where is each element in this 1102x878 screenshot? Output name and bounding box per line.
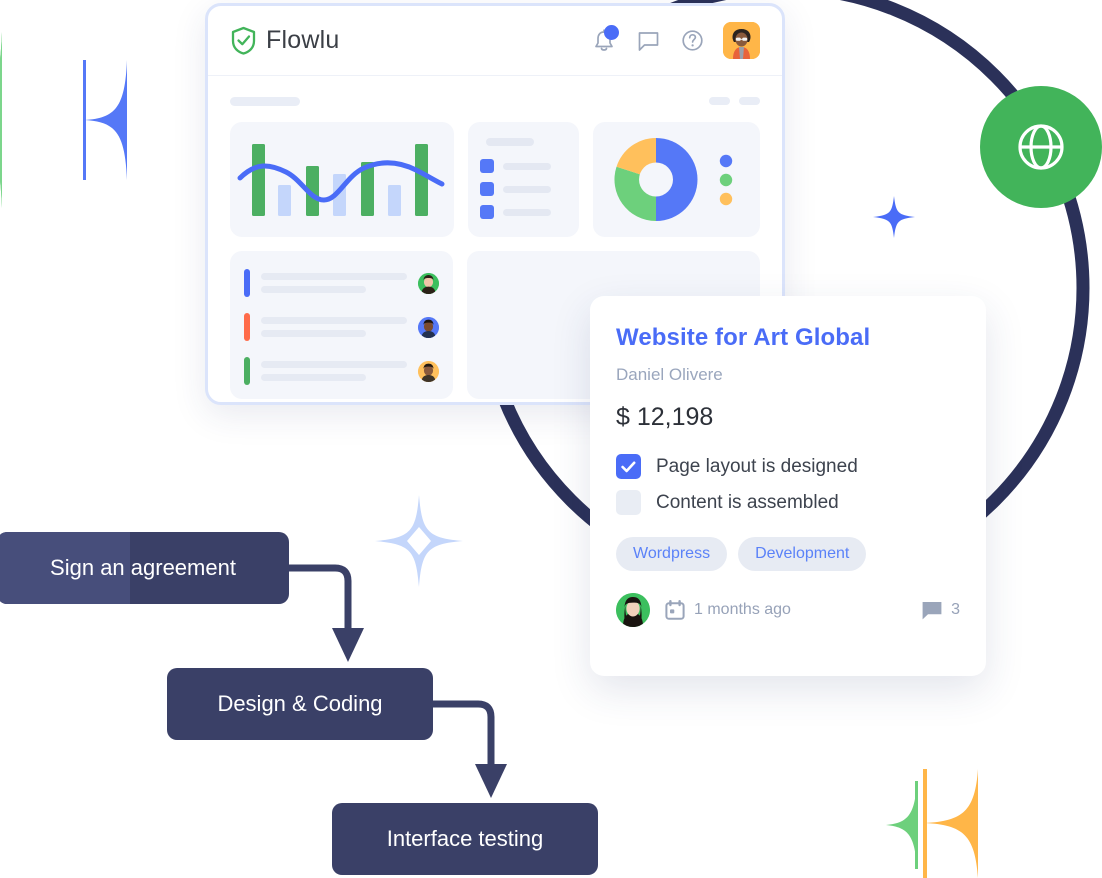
illustration-canvas: Sign an agreement Design & Coding Interf…	[0, 0, 1102, 878]
brand-name: Flowlu	[266, 26, 340, 54]
card-tags: Wordpress Development	[616, 537, 960, 571]
window-controls	[709, 97, 760, 105]
maximize-dash[interactable]	[739, 97, 760, 105]
shield-check-icon	[231, 26, 256, 55]
page-title[interactable]: Website for Art Global	[616, 324, 960, 352]
legend-dot-blue	[719, 154, 733, 168]
card-date: 1 months ago	[664, 599, 791, 621]
globe-badge	[980, 86, 1102, 208]
avatar[interactable]	[418, 316, 440, 338]
card-date-text: 1 months ago	[694, 601, 791, 618]
sparkle-green-half	[0, 32, 2, 208]
avatar[interactable]	[418, 360, 440, 382]
card-comments[interactable]: 3	[921, 600, 960, 621]
chat-bubble-icon[interactable]	[635, 28, 661, 54]
task-accent-bar	[244, 313, 250, 341]
flow-step-label: Sign an agreement	[50, 555, 236, 580]
card-checklist: Page layout is designed Content is assem…	[616, 454, 960, 515]
list-item-placeholder	[503, 162, 551, 170]
bar-chart-svg	[237, 144, 445, 216]
flow-step-interface-testing[interactable]: Interface testing	[332, 803, 598, 875]
dashboard-header: Flowlu	[208, 6, 782, 76]
notification-bell-icon[interactable]	[591, 24, 619, 54]
flow-step-label: Design & Coding	[217, 691, 383, 716]
calendar-icon	[665, 600, 685, 620]
assignee-avatar[interactable]	[616, 593, 650, 627]
comment-icon	[922, 601, 942, 619]
sparkle-green-small-half	[886, 781, 918, 869]
list-item-marker	[480, 205, 494, 219]
card-comment-count: 3	[951, 601, 960, 618]
widget-row-top	[230, 122, 760, 237]
bar-chart-widget[interactable]	[230, 122, 454, 237]
card-amount: $ 12,198	[616, 403, 714, 431]
table-row[interactable]	[244, 313, 440, 341]
task-text-placeholder	[261, 273, 408, 293]
globe-icon	[1018, 124, 1064, 170]
checklist-item-label: Page layout is designed	[656, 455, 858, 477]
minimize-dash[interactable]	[709, 97, 730, 105]
sparkle-blue-half	[83, 60, 127, 180]
task-text-placeholder	[261, 317, 408, 337]
dashboard-toolbar	[230, 92, 760, 110]
list-widget-title-placeholder	[486, 138, 534, 146]
list-item[interactable]	[480, 182, 567, 196]
flow-step-label: Interface testing	[386, 826, 544, 851]
legend-dot-orange	[719, 192, 733, 206]
sparkle-orange-half	[923, 769, 978, 878]
help-circle-icon[interactable]	[679, 28, 705, 54]
list-item[interactable]	[480, 159, 567, 173]
list-widget[interactable]	[468, 122, 579, 237]
list-item-placeholder	[503, 208, 551, 216]
task-accent-bar	[244, 357, 250, 385]
legend-dot-green	[719, 173, 733, 187]
task-list-widget[interactable]	[230, 251, 454, 399]
brand-logo[interactable]: Flowlu	[230, 26, 339, 55]
card-footer: 1 months ago 3	[616, 593, 960, 627]
checklist-item[interactable]: Content is assembled	[616, 490, 960, 515]
tag-development[interactable]: Development	[738, 537, 867, 571]
flow-step-design-and-coding[interactable]: Design & Coding	[167, 668, 433, 740]
list-item[interactable]	[480, 205, 567, 219]
user-avatar[interactable]	[723, 22, 760, 59]
list-item-placeholder	[503, 185, 551, 193]
card-client-name: Daniel Olivere	[616, 365, 723, 384]
task-accent-bar	[244, 269, 250, 297]
avatar[interactable]	[418, 272, 440, 294]
tag-wordpress[interactable]: Wordpress	[616, 537, 728, 571]
flow-step-sign-an-agreement[interactable]: Sign an agreement	[0, 532, 289, 604]
table-row[interactable]	[244, 269, 440, 297]
checkbox-unchecked[interactable]	[616, 490, 641, 515]
checklist-item[interactable]: Page layout is designed	[616, 454, 960, 479]
sparkle-blue-small	[873, 196, 915, 238]
donut-chart-widget[interactable]	[593, 122, 760, 237]
project-card[interactable]: Website for Art Global Daniel Olivere $ …	[590, 296, 986, 676]
header-icon-group	[591, 22, 760, 59]
notification-badge	[604, 24, 619, 40]
list-item-marker	[480, 182, 494, 196]
task-text-placeholder	[261, 361, 408, 381]
checkbox-checked[interactable]	[616, 454, 641, 479]
table-row[interactable]	[244, 357, 440, 385]
list-item-marker	[480, 159, 494, 173]
donut-chart-svg	[614, 138, 733, 221]
checklist-item-label: Content is assembled	[656, 491, 839, 513]
dashboard-title-placeholder	[230, 96, 300, 106]
